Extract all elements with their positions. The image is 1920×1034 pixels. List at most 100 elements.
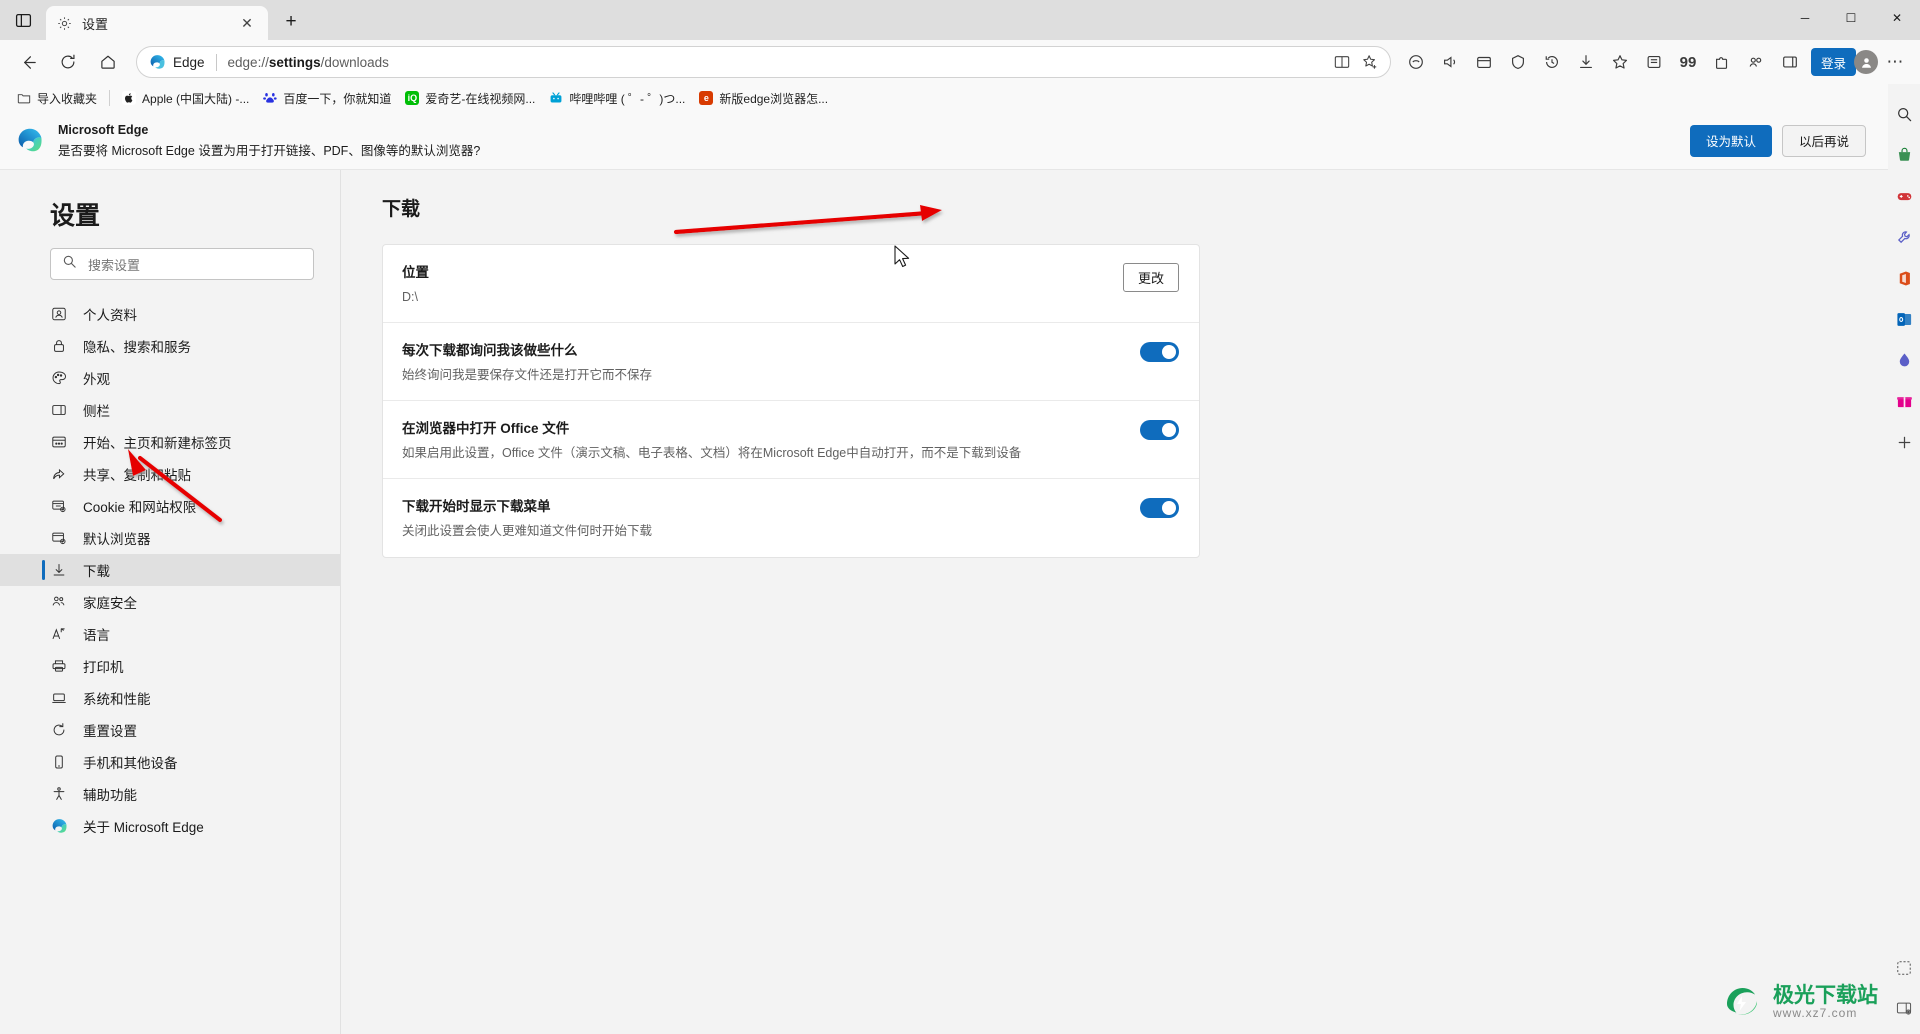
quote-icon[interactable]: 99 bbox=[1671, 45, 1705, 79]
avatar[interactable] bbox=[1854, 50, 1878, 74]
sidebar-item-default-browser[interactable]: 默认浏览器 bbox=[0, 522, 340, 554]
change-location-button[interactable]: 更改 bbox=[1123, 263, 1179, 292]
bookmark-item[interactable]: Apple (中国大陆) -... bbox=[115, 87, 256, 109]
sidebar-item-label: 语言 bbox=[83, 628, 110, 643]
new-tab-button[interactable]: + bbox=[274, 7, 308, 37]
signin-button[interactable]: 登录 bbox=[1810, 48, 1856, 76]
sidebar-item-sidebar[interactable]: 侧栏 bbox=[0, 394, 340, 426]
window-controls: ─ ☐ ✕ bbox=[1782, 0, 1920, 36]
toggle-knob bbox=[1162, 345, 1176, 360]
ask-each-download-toggle[interactable] bbox=[1140, 342, 1179, 363]
workspaces-icon[interactable] bbox=[1739, 45, 1773, 79]
sidebar-item-about-edge[interactable]: 关于 Microsoft Edge bbox=[0, 810, 340, 842]
sidebar-item-accessibility[interactable]: 辅助功能 bbox=[0, 778, 340, 810]
home-icon[interactable] bbox=[91, 45, 125, 79]
sidebar-item-system-performance[interactable]: 系统和性能 bbox=[0, 682, 340, 714]
sidebar-item-label: 手机和其他设备 bbox=[83, 756, 178, 771]
customize-icon[interactable] bbox=[1892, 956, 1916, 980]
default-browser-banner: Microsoft Edge 是否要将 Microsoft Edge 设置为用于… bbox=[0, 112, 1888, 170]
extensions-icon[interactable] bbox=[1705, 45, 1739, 79]
sidebar-item-phone-other-devices[interactable]: 手机和其他设备 bbox=[0, 746, 340, 778]
bookmark-import[interactable]: 导入收藏夹 bbox=[10, 87, 104, 109]
remind-later-button[interactable]: 以后再说 bbox=[1781, 124, 1866, 157]
watermark-main-text: 极光下载站 bbox=[1773, 983, 1878, 1007]
bookmark-item[interactable]: 百度一下，你就知道 bbox=[256, 87, 398, 109]
read-aloud-icon[interactable] bbox=[1433, 45, 1467, 79]
reload-icon[interactable] bbox=[51, 45, 85, 79]
favorites-icon[interactable] bbox=[1603, 45, 1637, 79]
edge-identity-chip: Edge bbox=[149, 54, 205, 71]
cookie-icon bbox=[50, 498, 68, 514]
sidebar-item-cookies[interactable]: Cookie 和网站权限 bbox=[0, 490, 340, 522]
url-prefix: edge:// bbox=[227, 54, 269, 70]
gift-icon[interactable] bbox=[1892, 389, 1916, 413]
watermark-sub-text: www.xz7.com bbox=[1773, 1005, 1858, 1020]
sidebar-item-label: 外观 bbox=[83, 372, 110, 387]
collections-icon[interactable] bbox=[1467, 45, 1501, 79]
outlook-icon[interactable] bbox=[1892, 307, 1916, 331]
downloads-icon[interactable] bbox=[1569, 45, 1603, 79]
set-default-button[interactable]: 设为默认 bbox=[1689, 124, 1772, 157]
window-close-button[interactable]: ✕ bbox=[1874, 0, 1920, 36]
url-suffix: /downloads bbox=[320, 54, 389, 70]
bilibili-favicon bbox=[549, 91, 563, 105]
office-icon[interactable] bbox=[1892, 266, 1916, 290]
drop-icon[interactable] bbox=[1892, 348, 1916, 372]
tools-icon[interactable] bbox=[1892, 225, 1916, 249]
back-icon[interactable] bbox=[11, 45, 45, 79]
copilot-icon[interactable] bbox=[1399, 45, 1433, 79]
sidebar-item-label: 重置设置 bbox=[83, 724, 137, 739]
search-icon[interactable] bbox=[1892, 102, 1916, 126]
bookmarks-bar: 导入收藏夹 Apple (中国大陆) -... 百度一下，你就知道 iQ 爱奇艺… bbox=[0, 84, 1920, 112]
search-settings-input[interactable]: 搜索设置 bbox=[50, 248, 314, 280]
more-settings-icon[interactable]: ⋯ bbox=[1878, 45, 1912, 79]
edge-article-favicon: e bbox=[699, 91, 714, 105]
show-downloads-menu-toggle[interactable] bbox=[1140, 498, 1179, 519]
address-bar[interactable]: Edge edge://settings/downloads bbox=[136, 46, 1391, 78]
sidebar-item-languages[interactable]: 语言 bbox=[0, 618, 340, 650]
bookmark-label: 爱奇艺-在线视频网... bbox=[425, 91, 536, 106]
maximize-button[interactable]: ☐ bbox=[1828, 0, 1874, 36]
browser-essentials-icon[interactable] bbox=[1501, 45, 1535, 79]
add-icon[interactable] bbox=[1892, 430, 1916, 454]
history-icon[interactable] bbox=[1535, 45, 1569, 79]
sidebar-item-appearance[interactable]: 外观 bbox=[0, 362, 340, 394]
bookmark-item[interactable]: 哔哩哔哩 ( ゜- ゜)つ... bbox=[542, 87, 692, 109]
toolbar-icon-group: 99 登录 ⋯ bbox=[1399, 45, 1912, 79]
sidebar-item-label: 辅助功能 bbox=[83, 788, 137, 803]
sidebar-item-share-copy-paste[interactable]: 共享、复制和粘贴 bbox=[0, 458, 340, 490]
sidebar-item-label: 个人资料 bbox=[83, 308, 137, 323]
row-title: 位置 bbox=[402, 265, 429, 280]
split-icon[interactable] bbox=[1773, 45, 1807, 79]
setting-row-open-office-files: 在浏览器中打开 Office 文件 如果启用此设置，Office 文件（演示文稿… bbox=[383, 401, 1199, 480]
minimize-button[interactable]: ─ bbox=[1782, 0, 1828, 36]
printer-icon bbox=[50, 658, 68, 674]
sidebar-item-family-safety[interactable]: 家庭安全 bbox=[0, 586, 340, 618]
banner-subtitle: 是否要将 Microsoft Edge 设置为用于打开链接、PDF、图像等的默认… bbox=[58, 143, 481, 158]
omnibox-divider bbox=[215, 53, 217, 71]
sidebar-item-profile[interactable]: 个人资料 bbox=[0, 298, 340, 330]
split-screen-icon[interactable] bbox=[1328, 48, 1356, 76]
shopping-icon[interactable] bbox=[1892, 143, 1916, 167]
browser-tab[interactable]: 设置 ✕ bbox=[46, 6, 268, 40]
row-text-group: 在浏览器中打开 Office 文件 如果启用此设置，Office 文件（演示文稿… bbox=[402, 417, 1140, 462]
bookmark-item[interactable]: e 新版edge浏览器怎... bbox=[692, 87, 835, 109]
tab-actions-icon[interactable] bbox=[0, 0, 46, 40]
lock-icon bbox=[50, 338, 68, 354]
sidebar-item-label: 开始、主页和新建标签页 bbox=[83, 436, 232, 451]
bookmark-item[interactable]: iQ 爱奇艺-在线视频网... bbox=[398, 87, 542, 109]
reading-list-icon[interactable] bbox=[1637, 45, 1671, 79]
sidebar-item-printers[interactable]: 打印机 bbox=[0, 650, 340, 682]
sidebar-item-privacy[interactable]: 隐私、搜索和服务 bbox=[0, 330, 340, 362]
sidebar-item-reset-settings[interactable]: 重置设置 bbox=[0, 714, 340, 746]
setting-row-location: 位置 D:\ 更改 bbox=[383, 245, 1199, 324]
close-icon[interactable]: ✕ bbox=[236, 12, 258, 34]
star-plus-icon[interactable] bbox=[1356, 48, 1384, 76]
games-icon[interactable] bbox=[1892, 184, 1916, 208]
sidebar-icon bbox=[50, 402, 68, 418]
profile-icon bbox=[50, 306, 68, 322]
open-office-files-toggle[interactable] bbox=[1140, 420, 1179, 441]
sidebar-item-start-home-newtab[interactable]: 开始、主页和新建标签页 bbox=[0, 426, 340, 458]
sidebar-item-downloads[interactable]: 下载 bbox=[0, 554, 340, 586]
sidebar-settings-icon[interactable] bbox=[1892, 996, 1916, 1020]
